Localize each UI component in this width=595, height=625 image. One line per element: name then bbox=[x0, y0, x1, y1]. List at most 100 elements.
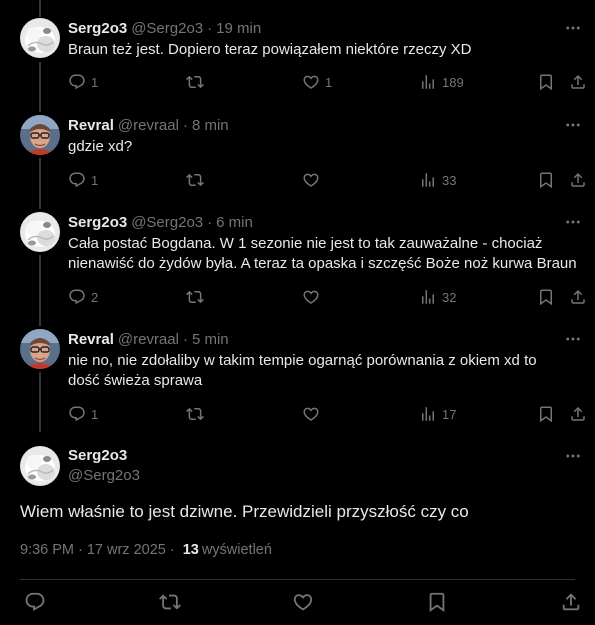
reply-button[interactable]: 1 bbox=[68, 170, 98, 190]
tweet-text: Braun też jest. Dopiero teraz powiązałem… bbox=[68, 41, 472, 58]
main-action-bar bbox=[0, 590, 595, 614]
display-name[interactable]: Revral bbox=[68, 331, 114, 348]
reply-icon bbox=[24, 591, 46, 613]
avatar-image bbox=[20, 212, 60, 252]
views-button[interactable]: 17 bbox=[419, 404, 456, 424]
separator-dot: · bbox=[78, 542, 83, 558]
like-button[interactable] bbox=[302, 404, 325, 424]
avatar[interactable] bbox=[20, 18, 60, 58]
tweet-meta: 9:36 PM · 17 wrz 2025 · 13 wyświetleń bbox=[20, 542, 272, 558]
views-button[interactable]: 189 bbox=[419, 72, 464, 92]
avatar[interactable] bbox=[20, 115, 60, 155]
reply-tweet[interactable]: Revral @revraal · 5 min nie no, nie zdoł… bbox=[0, 329, 595, 429]
views-button[interactable]: 33 bbox=[419, 170, 456, 190]
post-time[interactable]: 9:36 PM bbox=[20, 542, 74, 558]
avatar[interactable] bbox=[20, 212, 60, 252]
reply-button[interactable]: 1 bbox=[68, 404, 98, 424]
display-name[interactable]: Serg2o3 bbox=[68, 214, 127, 231]
share-button[interactable] bbox=[569, 287, 587, 307]
share-button[interactable] bbox=[559, 590, 583, 614]
bookmark-button[interactable] bbox=[537, 287, 555, 307]
avatar-image bbox=[20, 115, 60, 155]
like-button[interactable] bbox=[302, 287, 325, 307]
timestamp[interactable]: 5 min bbox=[192, 331, 229, 348]
share-button[interactable] bbox=[569, 404, 587, 424]
thread-line bbox=[39, 0, 41, 17]
repost-button[interactable] bbox=[186, 287, 209, 307]
display-name[interactable]: Serg2o3 bbox=[68, 447, 127, 464]
post-date[interactable]: 17 wrz 2025 bbox=[87, 542, 166, 558]
display-name[interactable]: Serg2o3 bbox=[68, 20, 127, 37]
repost-button[interactable] bbox=[186, 72, 209, 92]
separator-dot: · bbox=[182, 330, 188, 348]
user-handle[interactable]: @Serg2o3 bbox=[131, 20, 203, 37]
repost-button[interactable] bbox=[186, 170, 209, 190]
timestamp[interactable]: 6 min bbox=[216, 214, 253, 231]
views-count: 13 bbox=[182, 542, 199, 558]
avatar-image bbox=[20, 329, 60, 369]
action-bar: 1 17 bbox=[68, 404, 590, 424]
like-button[interactable] bbox=[302, 170, 325, 190]
timestamp[interactable]: 8 min bbox=[192, 117, 229, 134]
bookmark-button[interactable] bbox=[537, 404, 555, 424]
avatar[interactable] bbox=[20, 446, 60, 486]
tweet-text: gdzie xd? bbox=[68, 138, 133, 155]
user-handle[interactable]: @revraal bbox=[118, 331, 179, 348]
heart-icon bbox=[302, 288, 320, 306]
views-button[interactable]: 32 bbox=[419, 287, 456, 307]
more-icon[interactable] bbox=[563, 115, 583, 135]
bookmark-icon bbox=[537, 288, 555, 306]
repost-icon bbox=[159, 591, 181, 613]
views-icon bbox=[419, 171, 437, 189]
divider bbox=[20, 579, 575, 580]
repost-icon bbox=[186, 405, 204, 423]
user-handle[interactable]: @Serg2o3 bbox=[131, 214, 203, 231]
avatar[interactable] bbox=[20, 329, 60, 369]
user-handle[interactable]: @revraal bbox=[118, 117, 179, 134]
bookmark-icon bbox=[537, 405, 555, 423]
like-button[interactable] bbox=[291, 590, 315, 614]
reply-count: 1 bbox=[91, 406, 99, 422]
avatar-image bbox=[20, 18, 60, 58]
reply-count: 2 bbox=[91, 289, 99, 305]
repost-icon bbox=[186, 288, 204, 306]
reply-button[interactable]: 1 bbox=[68, 72, 98, 92]
views-icon bbox=[419, 73, 437, 91]
reply-tweet[interactable]: Serg2o3 @Serg2o3 · 6 min Cała postać Bog… bbox=[0, 212, 595, 312]
like-button[interactable]: 1 bbox=[302, 72, 332, 92]
display-name[interactable]: Revral bbox=[68, 117, 114, 134]
bookmark-button[interactable] bbox=[537, 170, 555, 190]
reply-count: 1 bbox=[91, 172, 99, 188]
share-button[interactable] bbox=[569, 170, 587, 190]
repost-button[interactable] bbox=[186, 404, 209, 424]
share-icon bbox=[560, 591, 582, 613]
share-icon bbox=[569, 171, 587, 189]
repost-icon bbox=[186, 73, 204, 91]
views-icon bbox=[419, 288, 437, 306]
more-icon[interactable] bbox=[563, 18, 583, 38]
reply-tweet[interactable]: Revral @revraal · 8 min gdzie xd? 1 33 bbox=[0, 115, 595, 195]
share-button[interactable] bbox=[569, 72, 587, 92]
action-bar: 1 1 189 bbox=[68, 72, 590, 92]
like-count: 1 bbox=[325, 74, 333, 90]
user-handle[interactable]: @Serg2o3 bbox=[68, 467, 140, 484]
reply-tweet[interactable]: Serg2o3 @Serg2o3 · 19 min Braun też jest… bbox=[0, 18, 595, 98]
bookmark-button[interactable] bbox=[425, 590, 449, 614]
more-icon[interactable] bbox=[563, 329, 583, 349]
more-icon[interactable] bbox=[563, 212, 583, 232]
bookmark-button[interactable] bbox=[537, 72, 555, 92]
more-icon[interactable] bbox=[563, 446, 583, 466]
reply-button[interactable] bbox=[23, 590, 47, 614]
heart-icon bbox=[292, 591, 314, 613]
timestamp[interactable]: 19 min bbox=[216, 20, 261, 37]
heart-icon bbox=[302, 405, 320, 423]
tweet-header: Serg2o3 @Serg2o3 · 19 min bbox=[68, 18, 261, 38]
repost-button[interactable] bbox=[158, 590, 182, 614]
tweet-text: Cała postać Bogdana. W 1 sezonie nie jes… bbox=[68, 235, 577, 272]
reply-button[interactable]: 2 bbox=[68, 287, 98, 307]
tweet-text: nie no, nie zdołaliby w takim tempie oga… bbox=[68, 352, 537, 389]
repost-icon bbox=[186, 171, 204, 189]
share-icon bbox=[569, 405, 587, 423]
reply-icon bbox=[68, 171, 86, 189]
tweet-header: Serg2o3 @Serg2o3 · 6 min bbox=[68, 212, 253, 232]
